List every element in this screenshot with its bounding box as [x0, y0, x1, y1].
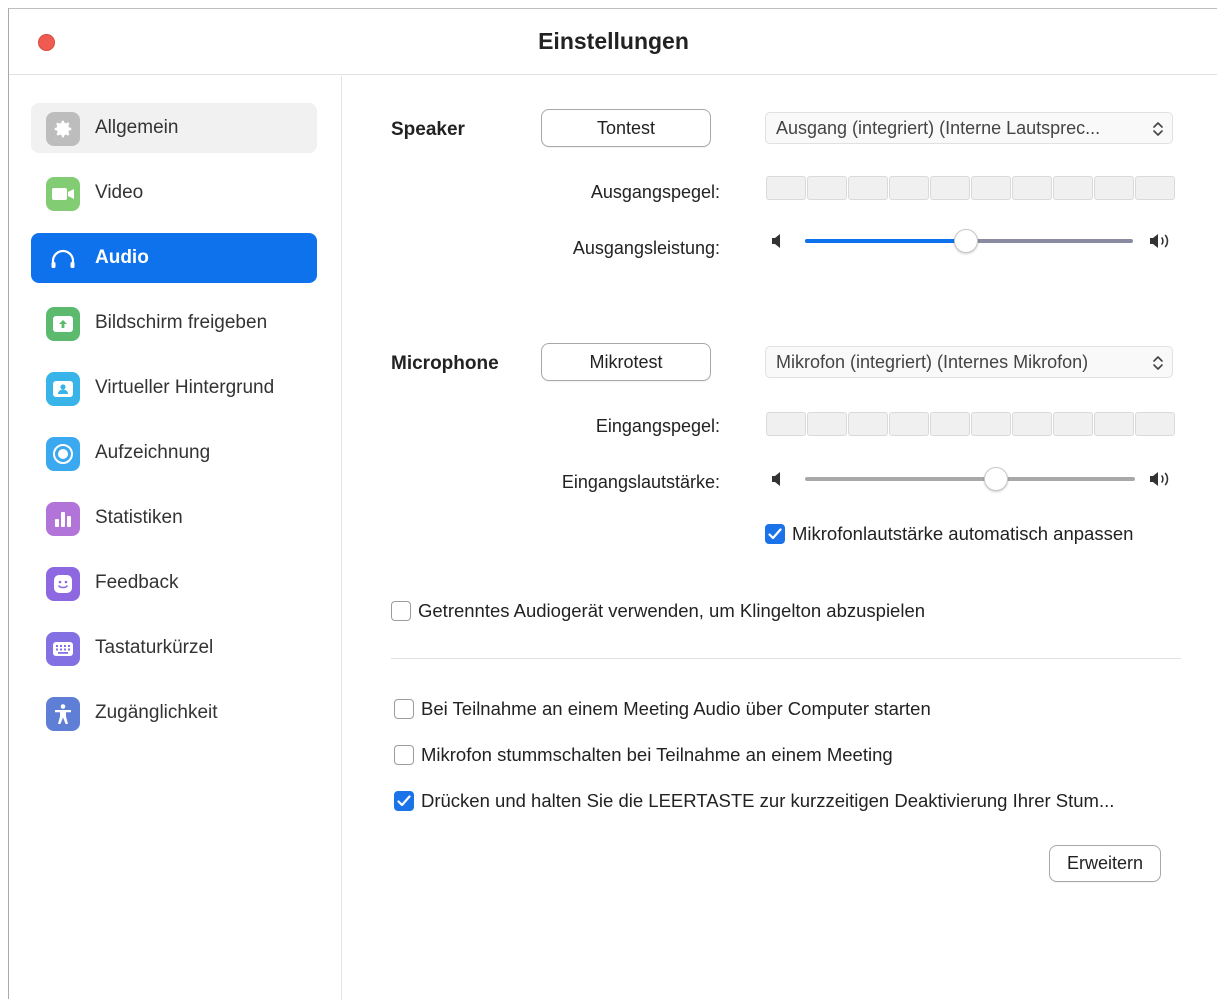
mute-mic-on-join-checkbox[interactable]: Mikrofon stummschalten bei Teilnahme an … [394, 744, 893, 766]
checkbox-label: Mikrofon stummschalten bei Teilnahme an … [421, 744, 893, 765]
sidebar-item-label: Feedback [95, 572, 179, 593]
speaker-device-value: Ausgang (integriert) (Interne Lautsprec.… [776, 117, 1101, 138]
sidebar-item-label: Bildschirm freigeben [95, 312, 268, 333]
input-level-label: Eingangspegel: [595, 416, 720, 436]
sidebar-item-virtueller-hintergrund[interactable]: Virtueller Hintergrund [31, 363, 317, 413]
join-audio-by-computer-checkbox[interactable]: Bei Teilnahme an einem Meeting Audio übe… [394, 698, 931, 720]
checkbox-box[interactable] [394, 745, 414, 765]
gear-icon [46, 112, 80, 146]
output-level-meter [766, 176, 1176, 200]
auto-adjust-mic-volume-checkbox[interactable]: Mikrofonlautstärke automatisch anpassen [765, 523, 1133, 545]
microphone-device-select[interactable]: Mikrofon (integriert) (Internes Mikrofon… [765, 346, 1173, 378]
virtual-background-icon [46, 372, 80, 406]
output-level-label: Ausgangspegel: [590, 182, 720, 202]
checkbox-label: Drücken und halten Sie die LEERTASTE zur… [421, 790, 1115, 811]
checkmark-icon [397, 795, 411, 807]
checkbox-label: Mikrofonlautstärke automatisch anpassen [792, 523, 1134, 544]
volume-high-icon [1150, 234, 1169, 248]
feedback-smiley-icon [46, 567, 80, 601]
slider-fill [805, 239, 966, 243]
share-screen-icon [46, 307, 80, 341]
video-camera-icon [46, 177, 80, 211]
checkbox-box[interactable] [394, 699, 414, 719]
sidebar-item-feedback[interactable]: Feedback [31, 558, 317, 608]
sidebar: Allgemein Video Audio Bildschirm freigeb… [9, 76, 342, 1000]
input-volume-slider[interactable] [771, 465, 1175, 493]
speaker-section-label: Speaker [391, 119, 465, 140]
sidebar-item-label: Tastaturkürzel [95, 637, 214, 658]
checkmark-icon [768, 528, 782, 540]
sidebar-item-aufzeichnung[interactable]: Aufzeichnung [31, 428, 317, 478]
sidebar-item-label: Video [95, 182, 144, 203]
checkbox-box[interactable] [394, 791, 414, 811]
speaker-device-select[interactable]: Ausgang (integriert) (Interne Lautsprec.… [765, 112, 1173, 144]
microphone-device-value: Mikrofon (integriert) (Internes Mikrofon… [776, 351, 1089, 372]
push-to-talk-spacebar-checkbox[interactable]: Drücken und halten Sie die LEERTASTE zur… [394, 790, 1114, 812]
volume-low-icon [772, 234, 780, 248]
sidebar-item-label: Allgemein [95, 117, 179, 138]
input-volume-label: Eingangslautstärke: [561, 472, 720, 492]
window-title: Einstellungen [538, 28, 689, 54]
speaker-test-button[interactable]: Tontest [541, 109, 711, 147]
separate-ringtone-device-checkbox[interactable]: Getrenntes Audiogerät verwenden, um Klin… [391, 600, 925, 622]
sidebar-item-zugaenglichkeit[interactable]: Zugänglichkeit [31, 688, 317, 738]
checkbox-label: Getrenntes Audiogerät verwenden, um Klin… [418, 600, 926, 621]
checkbox-box[interactable] [765, 524, 785, 544]
accessibility-icon [46, 697, 80, 731]
up-down-chevron-icon [1153, 122, 1163, 136]
record-icon [46, 437, 80, 471]
statistics-icon [46, 502, 80, 536]
checkbox-box[interactable] [391, 601, 411, 621]
sidebar-item-label: Zugänglichkeit [95, 702, 218, 723]
output-volume-label: Ausgangsleistung: [572, 238, 720, 258]
sidebar-item-video[interactable]: Video [31, 168, 317, 218]
sidebar-item-audio[interactable]: Audio [31, 233, 317, 283]
sidebar-item-statistiken[interactable]: Statistiken [31, 493, 317, 543]
microphone-test-button[interactable]: Mikrotest [541, 343, 711, 381]
sidebar-item-allgemein[interactable]: Allgemein [31, 103, 317, 153]
sidebar-item-label: Statistiken [95, 507, 183, 528]
headphones-icon [46, 242, 80, 276]
settings-window: Einstellungen Allgemein Video Audio Bild… [8, 8, 1217, 1000]
input-level-meter [766, 412, 1176, 436]
up-down-chevron-icon [1153, 356, 1163, 370]
volume-high-icon [1150, 472, 1169, 486]
slider-track [805, 477, 1135, 481]
slider-thumb[interactable] [984, 467, 1009, 491]
audio-settings-panel: Speaker Tontest Ausgang (integriert) (In… [343, 76, 1217, 1000]
advanced-button[interactable]: Erweitern [1049, 845, 1161, 882]
slider-thumb[interactable] [953, 229, 978, 253]
output-volume-slider[interactable] [771, 227, 1175, 255]
volume-low-icon [772, 472, 780, 486]
sidebar-item-label: Virtueller Hintergrund [95, 377, 275, 398]
checkbox-label: Bei Teilnahme an einem Meeting Audio übe… [421, 698, 931, 719]
title-bar: Einstellungen [9, 9, 1217, 75]
sidebar-item-tastaturkuerzel[interactable]: Tastaturkürzel [31, 623, 317, 673]
keyboard-icon [46, 632, 80, 666]
sidebar-item-label: Aufzeichnung [95, 442, 211, 463]
sidebar-item-label: Audio [95, 247, 149, 268]
microphone-section-label: Microphone [391, 353, 499, 374]
section-divider [391, 658, 1181, 659]
sidebar-item-bildschirm-freigeben[interactable]: Bildschirm freigeben [31, 298, 317, 348]
